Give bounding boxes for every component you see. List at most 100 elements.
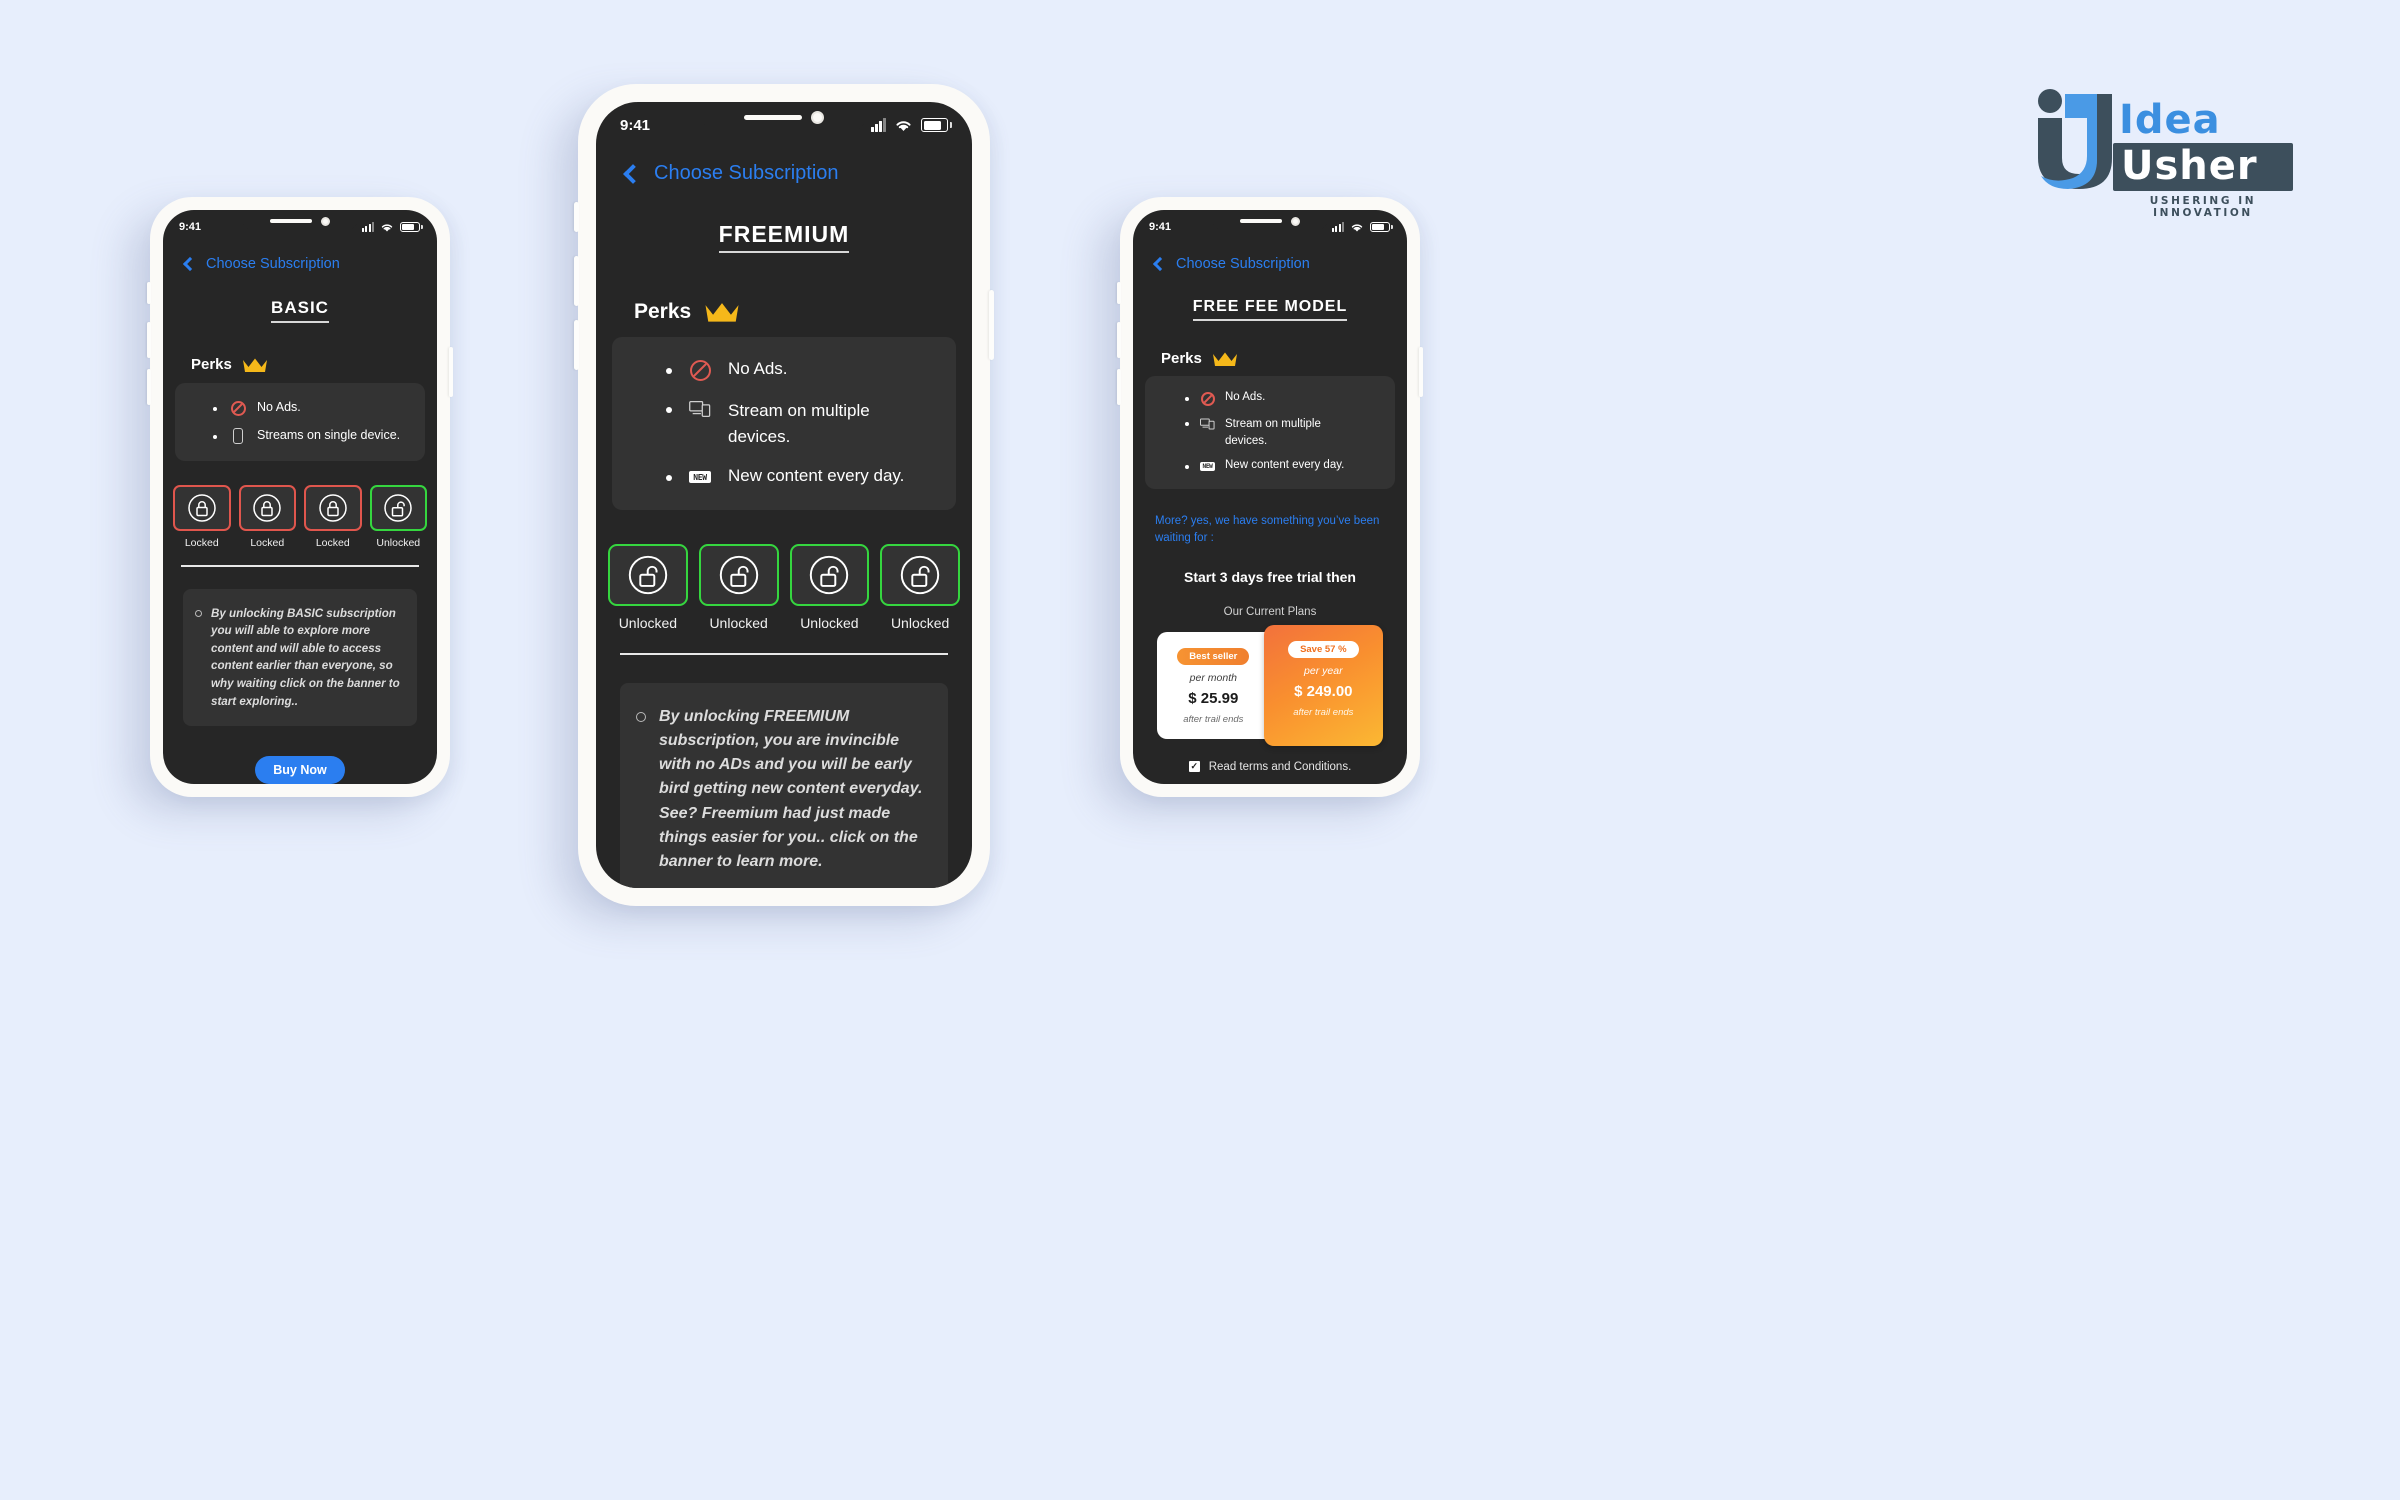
power-button[interactable] (1419, 347, 1423, 397)
screen-freemium: 9:41 Choose Subscription FREEMIUM Perks … (596, 102, 972, 888)
perk-item: Streams on single device. (175, 428, 425, 444)
tile-item[interactable]: Unlocked (789, 544, 870, 631)
perk-item: No Ads. (175, 400, 425, 428)
tile-item[interactable]: Unlocked (698, 544, 779, 631)
screenshot-canvas: Idea Usher USHERING IN INNOVATION 9:41 C… (0, 0, 2400, 1500)
logo-idea-text: Idea (2119, 97, 2221, 143)
unlock-tile[interactable] (880, 544, 960, 606)
tile-label: Locked (315, 537, 350, 549)
tile-item[interactable]: Unlocked (608, 544, 688, 631)
no-ads-icon (230, 400, 246, 416)
idea-usher-logo: Idea Usher USHERING IN INNOVATION (2035, 88, 2293, 219)
lock-open-icon (900, 555, 940, 595)
crown-icon (704, 301, 740, 323)
nav-back-freemium[interactable]: Choose Subscription (623, 162, 972, 185)
perks-card-basic: No Ads. Streams on single device. (175, 383, 425, 461)
perk-text: New content every day. (1225, 459, 1345, 472)
perks-card-free-fee: No Ads. Stream on multiple devices. NEW … (1145, 376, 1395, 490)
plan-card-monthly[interactable]: Best seller per month $ 25.99 after trai… (1157, 631, 1270, 739)
volume-down-button[interactable] (1117, 369, 1121, 405)
volume-down-button[interactable] (574, 320, 579, 370)
back-chevron-icon[interactable] (1152, 256, 1168, 272)
description-bullet-icon (636, 711, 646, 722)
tile-item[interactable]: Locked (304, 485, 362, 549)
status-time: 9:41 (179, 221, 202, 233)
description-text: By unlocking FREEMIUM subscription, you … (659, 707, 923, 871)
battery-icon (1370, 222, 1390, 232)
tile-label: Unlocked (890, 615, 950, 631)
battery-icon (921, 118, 948, 132)
perk-item: No Ads. (1145, 391, 1395, 416)
silent-switch[interactable] (574, 202, 579, 232)
tile-item[interactable]: Unlocked (369, 485, 427, 549)
perk-text: New content every day. (728, 466, 905, 485)
nav-back-free-fee[interactable]: Choose Subscription (1152, 256, 1407, 272)
screen-free-fee-model: 9:41 Choose Subscription FREE FEE MODEL … (1133, 210, 1407, 784)
multi-device-icon (1200, 416, 1215, 431)
back-chevron-icon[interactable] (623, 163, 643, 184)
unlock-tile[interactable] (789, 544, 870, 606)
phone-free-fee-model: 9:41 Choose Subscription FREE FEE MODEL … (1117, 197, 1423, 797)
perk-item: Stream on multiple devices. (1145, 416, 1395, 459)
plan-card-yearly[interactable]: Save 57 % per year $ 249.00 after trail … (1263, 624, 1383, 746)
crown-icon (242, 357, 268, 373)
crown-icon (1212, 351, 1238, 367)
plan-price-monthly: $ 25.99 (1188, 689, 1239, 707)
tiles-freemium: Unlocked Unlocked Unlocked Unlocked (608, 544, 960, 631)
unlock-tile[interactable] (698, 544, 779, 606)
terms-row[interactable]: ✓ Read terms and Conditions. (1133, 761, 1407, 773)
new-badge-icon: NEW (689, 466, 711, 488)
plan-period-yearly: per year (1304, 664, 1343, 677)
volume-down-button[interactable] (147, 369, 151, 405)
lock-tile[interactable] (304, 485, 362, 531)
nav-title[interactable]: Choose Subscription (654, 162, 839, 185)
nav-title[interactable]: Choose Subscription (206, 256, 340, 272)
battery-tip-icon (1391, 225, 1393, 229)
nav-title[interactable]: Choose Subscription (1176, 256, 1310, 272)
perk-item: Stream on multiple devices. (612, 398, 956, 466)
terms-checkbox[interactable]: ✓ (1188, 761, 1200, 773)
nav-back-basic[interactable]: Choose Subscription (182, 256, 437, 272)
more-offer-text: More? yes, we have something you’ve been… (1155, 515, 1380, 545)
description-text: By unlocking BASIC subscription you will… (211, 606, 400, 708)
silent-switch[interactable] (1117, 282, 1121, 304)
battery-tip-icon (421, 225, 423, 229)
tile-label: Unlocked (800, 615, 859, 631)
lock-tile[interactable] (238, 485, 296, 531)
lock-tile[interactable] (173, 485, 231, 531)
multi-device-icon (689, 398, 711, 420)
volume-up-button[interactable] (147, 322, 151, 358)
tile-label: Unlocked (376, 537, 421, 549)
back-chevron-icon[interactable] (182, 256, 198, 272)
plan-period-monthly: per month (1189, 671, 1237, 684)
tile-label: Unlocked (618, 615, 678, 631)
save-badge: Save 57 % (1288, 640, 1359, 658)
plan-title-text: FREE FEE MODEL (1192, 298, 1348, 321)
power-button[interactable] (449, 347, 453, 397)
screen-basic: 9:41 Choose Subscription BASIC Perks No … (163, 210, 437, 784)
plan-title-text: FREEMIUM (718, 221, 850, 253)
perks-heading-free-fee: Perks (1161, 350, 1407, 367)
buy-now-button[interactable]: Buy Now (255, 756, 345, 784)
tile-item[interactable]: Unlocked (880, 544, 960, 631)
phone-basic: 9:41 Choose Subscription BASIC Perks No … (147, 197, 453, 797)
tile-item[interactable]: Locked (238, 485, 296, 549)
plans-label: Our Current Plans (1223, 605, 1317, 618)
silent-switch[interactable] (147, 282, 151, 304)
no-ads-icon (1200, 391, 1215, 406)
status-bar: 9:41 (596, 102, 972, 136)
unlock-tile[interactable] (369, 485, 427, 531)
perk-text: No Ads. (728, 359, 788, 378)
logo-tagline: USHERING IN INNOVATION (2149, 195, 2257, 219)
perk-item: NEW New content every day. (612, 466, 956, 488)
tile-item[interactable]: Locked (173, 485, 231, 549)
terms-label[interactable]: Read terms and Conditions. (1209, 761, 1352, 773)
power-button[interactable] (989, 290, 994, 360)
unlock-tile[interactable] (608, 544, 688, 606)
section-divider (620, 653, 948, 655)
logo-u-icon (2035, 88, 2113, 193)
bullet-icon (666, 407, 672, 413)
plan-note-monthly: after trail ends (1183, 713, 1244, 725)
volume-up-button[interactable] (574, 256, 579, 306)
volume-up-button[interactable] (1117, 322, 1121, 358)
